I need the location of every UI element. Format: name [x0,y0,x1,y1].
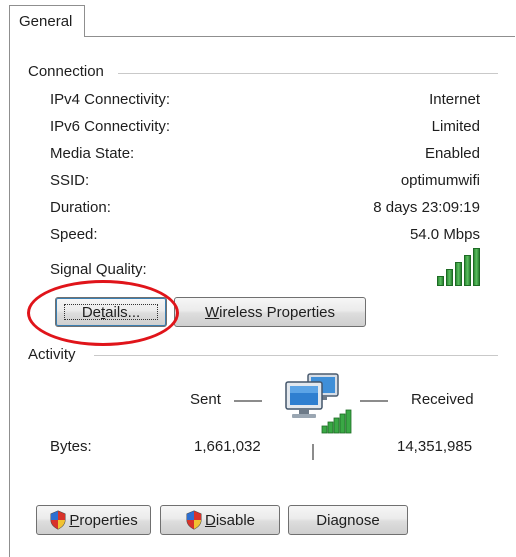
received-line [360,400,388,402]
uac-shield-icon [186,510,202,530]
network-status-dialog: General Connection IPv4 Connectivity: In… [0,0,516,557]
activity-area: Sent Received Bytes: 1,661,032 14,351,98… [0,0,516,557]
properties-button-label: Properties [69,511,138,529]
diagnose-button-label: Diagnose [316,511,380,529]
disable-button[interactable]: Disable [160,505,280,535]
received-label: Received [411,391,474,408]
uac-shield-icon [50,510,66,530]
bytes-sent-value: 1,661,032 [194,438,261,455]
activity-separator [312,444,314,460]
disable-button-label: Disable [204,511,256,529]
diagnose-button[interactable]: Diagnose [288,505,408,535]
network-computers-icon [285,373,352,434]
bytes-label: Bytes: [50,438,92,455]
sent-label: Sent [190,391,221,408]
properties-button[interactable]: Properties [36,505,151,535]
sent-line [234,400,262,402]
bytes-received-value: 14,351,985 [397,438,473,455]
